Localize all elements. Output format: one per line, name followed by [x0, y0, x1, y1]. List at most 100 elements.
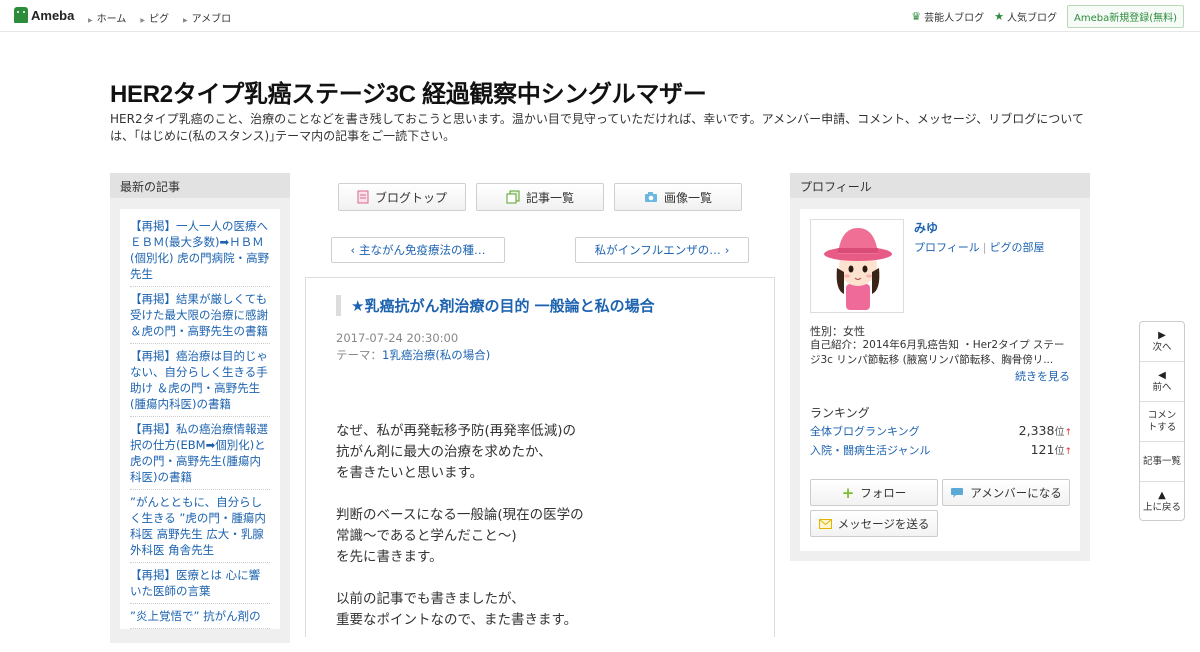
article-list-float-button[interactable]: 記事一覧 [1140, 442, 1184, 482]
triangle-icon: ▶ [88, 17, 93, 24]
theme-label: テーマ： [336, 348, 382, 362]
latest-post-item[interactable]: 【再掲】一人一人の医療へ ＥＢＭ(最大多数)➡ＨＢＭ(個別化) 虎の門病院・高野… [130, 214, 270, 287]
prev-article-label: 主ながん免疫療法の種… [359, 243, 486, 257]
article-paragraph: 以前の記事でも書きましたが、 重要なポイントなので、また書きます。 [336, 589, 584, 631]
envelope-icon [818, 518, 832, 529]
avatar-image [811, 220, 903, 312]
next-label: 次へ [1152, 341, 1172, 353]
prev-button[interactable]: ◀ 前へ [1140, 362, 1184, 402]
article-list-button[interactable]: 記事一覧 [476, 183, 604, 211]
logo-text: Ameba [31, 7, 75, 23]
blog-top-button[interactable]: ブログトップ [338, 183, 466, 211]
ranking-value: 121 [1030, 442, 1055, 457]
plus-icon: + [841, 483, 855, 502]
latest-post-item[interactable]: 【再掲】結果が厳しくても受けた最大限の治療に感謝 ＆虎の門・高野先生の書籍 [130, 287, 270, 344]
ranking-unit: 位 [1054, 427, 1065, 438]
profile-name[interactable]: みゆ [914, 219, 938, 236]
star-icon: ★ [994, 10, 1004, 23]
ranking-heading: ランキング [810, 406, 870, 420]
read-more-link[interactable]: 続きを見る [1015, 368, 1070, 384]
nav-pigg[interactable]: ▶ ピグ [140, 10, 169, 25]
celebrity-blog-link[interactable]: ♛ 芸能人ブログ [911, 9, 984, 24]
article-paragraph: なぜ、私が再発転移予防(再発率低減)の 抗がん剤に最大の治療を求めたか、 を書き… [336, 421, 584, 484]
top-right-links: ♛ 芸能人ブログ ★ 人気ブログ Ameba新規登録(無料) [911, 5, 1184, 28]
profile-link[interactable]: プロフィール [914, 241, 980, 254]
amember-label: アメンバーになる [970, 485, 1062, 500]
ranking-label[interactable]: 全体ブログランキング [810, 423, 920, 439]
latest-posts-list: 【再掲】一人一人の医療へ ＥＢＭ(最大多数)➡ＨＢＭ(個別化) 虎の門病院・高野… [120, 209, 280, 629]
chevron-left-icon: ‹ [350, 243, 356, 257]
back-to-top-button[interactable]: ▲ 上に戻る [1140, 482, 1184, 522]
profile-intro: 自己紹介：2014年6月乳癌告知 ・Her2タイプ ステージ3c リンパ節転移 … [810, 339, 1065, 366]
blog-top-label: ブログトップ [374, 190, 447, 205]
celebrity-blog-label: 芸能人ブログ [924, 13, 985, 24]
nav-ameblo[interactable]: ▶ アメブロ [183, 10, 231, 25]
message-button[interactable]: メッセージを送る [810, 510, 938, 537]
body-line: を書きたいと思います。 [336, 465, 484, 481]
back-to-top-label: 上に戻る [1142, 502, 1181, 513]
article-date: 2017-07-24 20:30:00 [336, 331, 459, 345]
article-title[interactable]: ★乳癌抗がん剤治療の目的 一般論と私の場合 [336, 295, 655, 316]
profile-links: プロフィール | ピグの部屋 [914, 239, 1045, 255]
follow-button[interactable]: + フォロー [810, 479, 938, 506]
top-nav: ▶ ホーム ▶ ピグ ▶ アメブロ [88, 10, 231, 25]
latest-post-item[interactable]: 【再掲】癌治療は目的じゃない、自分らしく生きる手助け ＆虎の門・高野先生(腫瘍内… [130, 344, 270, 417]
profile-box: みゆ プロフィール | ピグの部屋 性別：女性 自己紹介：2014年6月乳癌告知 ・… [800, 209, 1080, 551]
body-line: なぜ、私が再発転移予防(再発率低減)の [336, 423, 577, 439]
nav-home-label: ホーム [96, 14, 127, 25]
message-label: メッセージを送る [837, 516, 930, 531]
prev-label: 前へ [1152, 381, 1172, 393]
comment-label: コメントする [1147, 409, 1177, 433]
triangle-up-icon: ▲ [1158, 490, 1166, 501]
document-icon [357, 190, 369, 204]
theme-link[interactable]: 1乳癌治療(私の場合) [382, 348, 490, 362]
follow-label: フォロー [860, 485, 907, 500]
ranking-unit: 位 [1054, 446, 1065, 457]
play-left-icon: ◀ [1158, 369, 1166, 381]
article-list-label: 記事一覧 [525, 190, 574, 205]
prev-article-button[interactable]: ‹ 主ながん免疫療法の種… [331, 237, 505, 263]
speech-bubble-icon [951, 487, 964, 498]
separator: | [982, 241, 987, 254]
left-sidebar: 最新の記事 【再掲】一人一人の医療へ ＥＢＭ(最大多数)➡ＨＢＭ(個別化) 虎の… [110, 173, 290, 643]
nav-home[interactable]: ▶ ホーム [88, 10, 126, 25]
camera-icon [644, 192, 657, 202]
global-header: Ameba ▶ ホーム ▶ ピグ ▶ アメブロ ♛ 芸能人ブログ ★ 人気ブログ Ameb… [0, 0, 1200, 32]
body-line: 重要なポイントなので、また書きます。 [336, 612, 578, 628]
comment-button[interactable]: コメントする [1140, 402, 1184, 442]
latest-post-item[interactable]: ”炎上覚悟で” 抗がん剤の [130, 604, 270, 629]
popular-blog-label: 人気ブログ [1006, 13, 1057, 24]
pig-room-link[interactable]: ピグの部屋 [990, 241, 1045, 254]
article-list-float-label: 記事一覧 [1142, 455, 1181, 467]
article-paragraph: 判断のベースになる一般論(現在の医学の 常識～であると学んだこと～) を先に書き… [336, 505, 584, 568]
ranking-label[interactable]: 入院・闘病生活ジャンル [810, 442, 930, 458]
avatar[interactable] [810, 219, 904, 313]
blog-title[interactable]: HER2タイプ乳癌ステージ3C 経過観察中シングルマザー [110, 74, 707, 109]
body-line: 以前の記事でも書きましたが、 [336, 591, 525, 607]
up-arrow-icon: ↑ [1064, 447, 1072, 457]
ranking-value: 2,338 [1018, 423, 1055, 438]
nav-pigg-label: ピグ [148, 14, 169, 25]
image-list-label: 画像一覧 [663, 190, 712, 205]
next-article-button[interactable]: 私がインフルエンザの… › [575, 237, 749, 263]
profile-gender: 性別：女性 [810, 325, 865, 338]
latest-post-item[interactable]: ”がんとともに、自分らしく生きる ”虎の門・腫瘍内科医 高野先生 広大・乳腺外科… [130, 490, 270, 563]
register-button[interactable]: Ameba新規登録(無料) [1066, 5, 1184, 28]
triangle-icon: ▶ [140, 17, 145, 24]
body-line: 判断のベースになる一般論(現在の医学の [336, 507, 584, 523]
latest-post-item[interactable]: 【再掲】私の癌治療情報選択の仕方(EBM➡個別化)と虎の門・高野先生(腫瘍内科医… [130, 417, 270, 490]
latest-post-item[interactable]: 【再掲】医療とは 心に響いた医師の言葉 [130, 563, 270, 604]
amember-button[interactable]: アメンバーになる [942, 479, 1070, 506]
next-article-label: 私がインフルエンザの… [594, 243, 721, 257]
crown-icon: ♛ [911, 10, 922, 23]
body-line: 抗がん剤に最大の治療を求めたか、 [336, 444, 552, 460]
article-theme: テーマ：1乳癌治療(私の場合) [336, 347, 490, 363]
next-button[interactable]: ▶ 次へ [1140, 322, 1184, 362]
chevron-right-icon: › [724, 243, 730, 257]
ameba-logo-icon [14, 7, 28, 23]
article: ★乳癌抗がん剤治療の目的 一般論と私の場合 2017-07-24 20:30:0… [305, 277, 775, 637]
play-right-icon: ▶ [1158, 329, 1166, 341]
popular-blog-link[interactable]: ★ 人気ブログ [994, 9, 1057, 24]
ameba-logo[interactable]: Ameba [14, 7, 74, 23]
image-list-button[interactable]: 画像一覧 [614, 183, 742, 211]
